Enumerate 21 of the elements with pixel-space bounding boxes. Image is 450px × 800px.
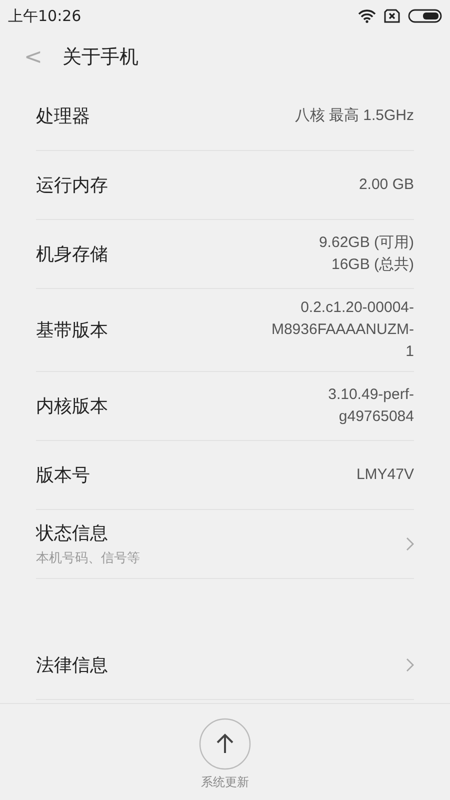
row-label: 处理器 [36,105,90,128]
row-label: 内核版本 [36,395,108,418]
battery-icon [408,9,442,23]
row-label: 机身存储 [36,243,108,266]
row-value: 3.10.49-perf- g49765084 [327,385,414,427]
wifi-icon [358,9,376,23]
settings-row[interactable]: 状态信息 本机号码、信号等 [36,510,414,579]
row-value: 9.62GB (可用) 16GB (总共) [318,233,414,275]
chevron-right-icon [406,537,414,551]
status-time: 上午10:26 [8,6,82,26]
row-value: 2.00 GB [358,175,414,195]
row-value: 0.2.c1.20-00004- M8936FAAAANUZM- 1 [270,298,414,362]
row-label: 运行内存 [36,174,108,197]
row-value: 八核 最高 1.5GHz [294,106,414,126]
row-label: 基带版本 [36,319,108,342]
no-sim-icon [384,9,400,23]
page-title: 关于手机 [62,45,138,70]
row-value: LMY47V [355,465,414,485]
settings-row[interactable]: 法律信息 [36,631,414,700]
row-label: 版本号 [36,464,90,487]
chevron-right-icon [406,658,414,672]
